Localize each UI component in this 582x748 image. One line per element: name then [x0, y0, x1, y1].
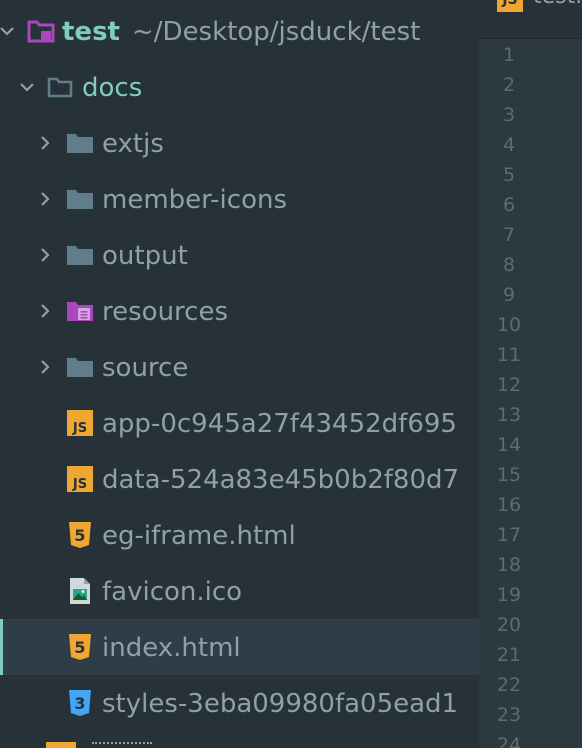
line-number: 18: [496, 554, 522, 576]
file-label: app-0c945a27f43452df695: [102, 409, 457, 439]
line-number: 12: [496, 374, 522, 396]
folder-label: extjs: [102, 129, 164, 159]
line-number: 23: [496, 704, 522, 726]
tree-row-folder[interactable]: source: [0, 339, 479, 395]
project-name: test: [62, 17, 120, 47]
javascript-file-icon: JS: [497, 0, 523, 12]
cut-off-file-icon: [46, 742, 76, 748]
javascript-file-icon: JS: [67, 466, 93, 492]
svg-text:JS: JS: [72, 477, 87, 492]
javascript-file-icon: JS: [67, 410, 93, 436]
folder-label: member-icons: [102, 185, 288, 215]
line-number: 19: [496, 584, 522, 606]
file-label: data-524a83e45b0b2f80d7: [102, 465, 460, 495]
file-label: favicon.ico: [102, 577, 243, 607]
tree-row-file[interactable]: 5 eg-iframe.html: [0, 507, 479, 563]
tree-row-file[interactable]: favicon.ico: [0, 563, 479, 619]
line-number: 20: [496, 614, 522, 636]
tree-row-folder[interactable]: output: [0, 227, 479, 283]
html5-file-icon: 5: [69, 634, 91, 660]
chevron-right-icon[interactable]: [36, 358, 54, 376]
line-number: 13: [496, 404, 522, 426]
chevron-right-icon[interactable]: [36, 246, 54, 264]
docs-folder-label: docs: [82, 73, 143, 103]
file-label: styles-3eba09980fa05ead1: [102, 689, 459, 719]
line-number: 5: [502, 164, 516, 186]
line-number: 22: [496, 674, 522, 696]
line-number: 16: [496, 494, 522, 516]
line-number: 15: [496, 464, 522, 486]
tree-row-folder[interactable]: extjs: [0, 115, 479, 171]
svg-text:3: 3: [74, 694, 85, 713]
chevron-right-icon[interactable]: [36, 134, 54, 152]
tree-row-project[interactable]: test ~/Desktop/jsduck/test: [0, 3, 479, 59]
line-number: 21: [496, 644, 522, 666]
line-number: 1: [502, 44, 516, 66]
editor-tab-label: test.js: [533, 0, 582, 9]
resources-folder-icon: [67, 302, 93, 321]
folder-icon: [67, 134, 93, 153]
project-tree: test ~/Desktop/jsduck/test docs extjs me…: [0, 0, 479, 748]
folder-label: resources: [102, 297, 229, 327]
html5-file-icon: 5: [69, 522, 91, 548]
line-number: 8: [502, 254, 516, 276]
tree-row-folder[interactable]: member-icons: [0, 171, 479, 227]
svg-text:JS: JS: [72, 421, 87, 436]
line-number: 24: [496, 734, 522, 748]
tree-row-file-selected[interactable]: 5 index.html: [0, 619, 479, 675]
line-number: 3: [502, 104, 516, 126]
chevron-down-icon[interactable]: [0, 22, 16, 40]
project-path: ~/Desktop/jsduck/test: [132, 17, 421, 47]
css3-file-icon: 3: [69, 690, 91, 716]
folder-label: output: [102, 241, 188, 271]
svg-text:5: 5: [74, 638, 85, 657]
tree-row-file[interactable]: JS data-524a83e45b0b2f80d7: [0, 451, 479, 507]
line-number: 7: [502, 224, 516, 246]
tree-row-file[interactable]: 3 styles-3eba09980fa05ead1: [0, 675, 479, 731]
chevron-down-icon[interactable]: [18, 78, 36, 96]
folder-open-icon: [47, 77, 73, 98]
file-label: eg-iframe.html: [102, 521, 296, 551]
line-number: 6: [502, 194, 516, 216]
tree-row-docs[interactable]: docs: [0, 59, 479, 115]
folder-icon: [67, 190, 93, 209]
svg-text:5: 5: [74, 526, 85, 545]
file-label: index.html: [102, 633, 241, 663]
cut-off-file-label: [92, 742, 152, 746]
editor-tab[interactable]: JS test.js: [479, 0, 582, 39]
project-folder-icon: [27, 20, 55, 43]
image-file-icon: [70, 578, 90, 604]
line-number: 4: [502, 134, 516, 156]
chevron-right-icon[interactable]: [36, 190, 54, 208]
line-number: 2: [502, 74, 516, 96]
folder-icon: [67, 246, 93, 265]
line-number: 11: [496, 344, 522, 366]
editor-gutter: JS test.js 12345678910111213141516171819…: [479, 0, 582, 748]
line-number: 10: [496, 314, 522, 336]
line-number: 17: [496, 524, 522, 546]
folder-icon: [67, 358, 93, 377]
line-number: 9: [502, 284, 516, 306]
tree-row-file[interactable]: JS app-0c945a27f43452df695: [0, 395, 479, 451]
ide-window: test ~/Desktop/jsduck/test docs extjs me…: [0, 0, 582, 748]
chevron-right-icon[interactable]: [36, 302, 54, 320]
folder-label: source: [102, 353, 189, 383]
tree-row-folder[interactable]: resources: [0, 283, 479, 339]
line-number: 14: [496, 434, 522, 456]
